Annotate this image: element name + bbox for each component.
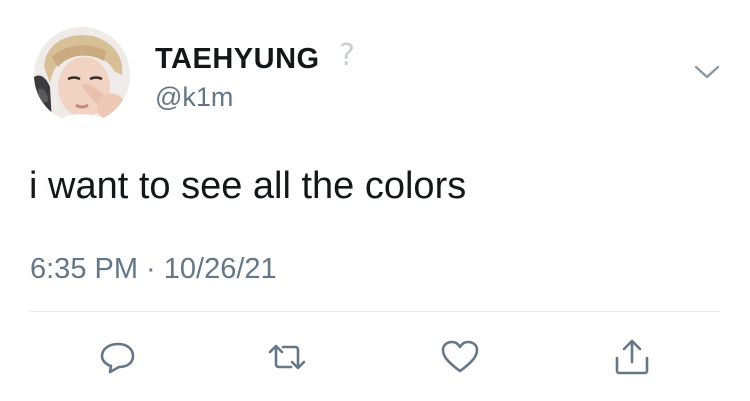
badge-icon: ? <box>339 38 355 73</box>
avatar[interactable] <box>34 27 130 123</box>
display-name[interactable]: TAEHYUNG <box>155 42 320 76</box>
retweet-button[interactable] <box>265 337 309 377</box>
retweet-icon <box>268 344 306 370</box>
tweet-timestamp[interactable]: 6:35 PM · 10/26/21 <box>30 251 277 287</box>
tweet-text: i want to see all the colors <box>29 165 467 207</box>
reply-button[interactable] <box>96 337 140 377</box>
user-handle[interactable]: @k1m <box>155 81 233 113</box>
divider <box>30 311 720 312</box>
share-button[interactable] <box>610 337 654 377</box>
heart-icon <box>441 340 479 373</box>
like-button[interactable] <box>438 337 482 377</box>
avatar-photo <box>34 27 130 123</box>
share-icon <box>615 339 649 375</box>
chevron-down-icon[interactable] <box>690 60 724 84</box>
reply-icon <box>100 342 135 374</box>
